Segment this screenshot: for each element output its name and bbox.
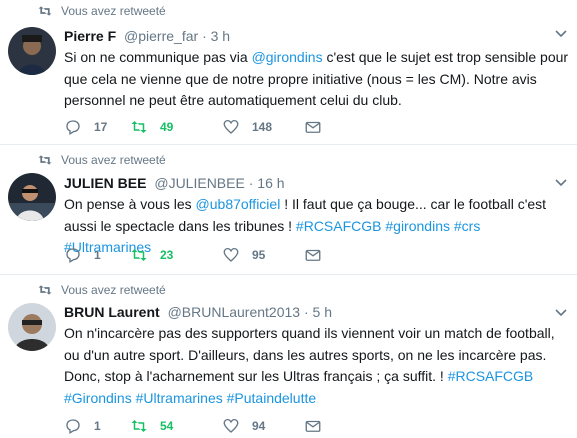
reply-icon (66, 248, 80, 263)
retweet-context: Vous avez retweeté (38, 283, 166, 297)
envelope-icon (305, 249, 321, 261)
chevron-down-icon[interactable] (555, 30, 567, 38)
chevron-down-icon[interactable] (555, 309, 567, 317)
reply-count: 1 (94, 248, 101, 262)
like-count: 94 (252, 419, 266, 433)
reply-button[interactable]: 17 (64, 118, 130, 136)
tweet-actions: 17 49 148 (64, 118, 322, 136)
like-button[interactable]: 148 (222, 118, 304, 136)
heart-icon (223, 119, 239, 134)
like-button[interactable]: 94 (222, 417, 304, 435)
avatar[interactable] (8, 173, 56, 221)
reply-count: 1 (94, 419, 101, 433)
retweet-context-label: Vous avez retweeté (61, 153, 166, 167)
tweet[interactable]: Vous avez retweeté BRUN Laurent @BRUNLau… (0, 275, 577, 438)
author-name[interactable]: BRUN Laurent (64, 304, 160, 320)
heart-icon (223, 418, 239, 433)
like-count: 95 (252, 248, 266, 262)
retweet-icon (38, 6, 52, 16)
timestamp[interactable]: 3 h (211, 28, 230, 44)
hashtag-link[interactable]: #Ultramarines (136, 390, 223, 406)
retweet-context-label: Vous avez retweeté (61, 283, 166, 297)
reply-icon (66, 120, 80, 135)
retweet-count: 23 (160, 248, 174, 262)
tweet-header: JULIEN BEE @JULIENBEE · 16 h (64, 175, 285, 191)
reply-count: 17 (94, 120, 108, 134)
mention-link[interactable]: @ub87officiel (196, 196, 281, 212)
timestamp[interactable]: 5 h (313, 304, 332, 320)
tweet-header: Pierre F @pierre_far · 3 h (64, 28, 230, 44)
tweet-text: Si on ne communique pas via @girondins c… (64, 47, 569, 112)
hashtag-link[interactable]: #RCSAFCGB (296, 218, 382, 234)
retweet-icon (38, 155, 52, 165)
retweet-icon (131, 121, 147, 133)
author-handle[interactable]: @pierre_far (124, 28, 198, 44)
tweet-header: BRUN Laurent @BRUNLaurent2013 · 5 h (64, 304, 332, 320)
chevron-down-icon[interactable] (555, 179, 567, 187)
separator-dot: · (248, 175, 254, 191)
timeline-feed: Vous avez retweeté Pierre F @pierre_far … (0, 0, 577, 438)
retweet-button[interactable]: 54 (130, 417, 222, 435)
separator-dot: · (202, 28, 207, 44)
author-handle[interactable]: @JULIENBEE (154, 175, 244, 191)
tweet[interactable]: Vous avez retweeté JULIEN BEE @JULIENBEE… (0, 145, 577, 275)
reply-icon (66, 419, 80, 434)
mention-link[interactable]: @girondins (252, 49, 323, 65)
retweet-button[interactable]: 49 (130, 118, 222, 136)
retweet-context: Vous avez retweeté (38, 153, 166, 167)
direct-message-button[interactable] (304, 417, 322, 435)
author-name[interactable]: Pierre F (64, 28, 116, 44)
author-name[interactable]: JULIEN BEE (64, 175, 146, 191)
tweet-text-segment: On pense à vous les (64, 196, 196, 212)
timestamp[interactable]: 16 h (257, 175, 284, 191)
reply-button[interactable]: 1 (64, 417, 130, 435)
like-count: 148 (252, 120, 273, 134)
like-button[interactable]: 95 (222, 246, 304, 264)
envelope-icon (305, 121, 321, 133)
retweet-context: Vous avez retweeté (38, 4, 166, 18)
envelope-icon (305, 420, 321, 432)
retweet-count: 54 (160, 419, 174, 433)
retweet-icon (131, 420, 147, 432)
avatar[interactable] (8, 27, 56, 75)
tweet-actions: 1 54 94 (64, 417, 322, 435)
hashtag-link[interactable]: #Girondins (64, 390, 132, 406)
heart-icon (223, 247, 239, 262)
retweet-button[interactable]: 23 (130, 246, 222, 264)
retweet-count: 49 (160, 120, 174, 134)
retweet-icon (131, 249, 147, 261)
author-handle[interactable]: @BRUNLaurent2013 (168, 304, 301, 320)
hashtag-link[interactable]: #girondins (385, 218, 450, 234)
hashtag-link[interactable]: #Putaindelutte (227, 390, 317, 406)
tweet-actions: 1 23 95 (64, 246, 322, 264)
tweet-text: On n'incarcère pas des supporters quand … (64, 323, 569, 409)
tweet[interactable]: Vous avez retweeté Pierre F @pierre_far … (0, 0, 577, 145)
retweet-icon (38, 285, 52, 295)
direct-message-button[interactable] (304, 118, 322, 136)
avatar[interactable] (8, 303, 56, 351)
hashtag-link[interactable]: #RCSAFCGB (448, 368, 534, 384)
retweet-context-label: Vous avez retweeté (61, 4, 166, 18)
hashtag-link[interactable]: #crs (454, 218, 480, 234)
separator-dot: · (303, 304, 309, 320)
tweet-text-segment: Si on ne communique pas via (64, 49, 252, 65)
reply-button[interactable]: 1 (64, 246, 130, 264)
direct-message-button[interactable] (304, 246, 322, 264)
